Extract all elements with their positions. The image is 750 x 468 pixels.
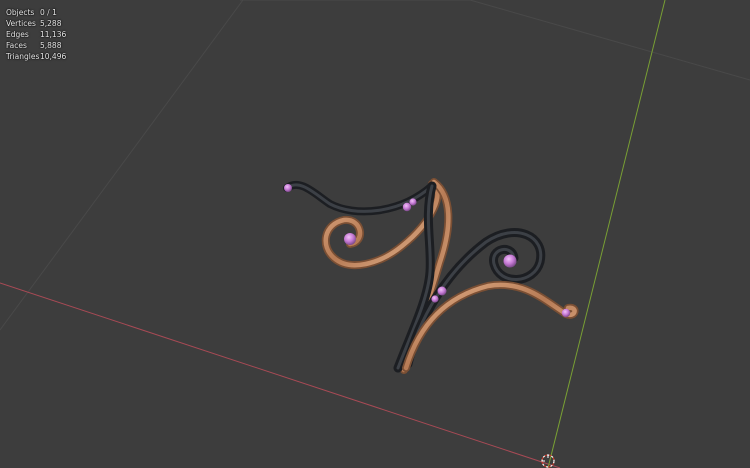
gem-right-tip	[561, 308, 571, 318]
stat-label: Triangles	[6, 52, 40, 61]
x-axis-line	[0, 282, 561, 468]
stat-faces: Faces 5,888	[6, 40, 66, 51]
gem-right-spiral	[503, 254, 517, 268]
stat-value: 11,136	[40, 30, 67, 39]
stat-label: Faces	[6, 41, 27, 50]
stat-value: 0 / 1	[40, 8, 57, 17]
gem-left-tip	[284, 184, 292, 192]
stat-value: 5,288	[40, 19, 62, 28]
gem-mid-1	[437, 286, 447, 296]
gem-top-2	[409, 198, 417, 206]
stat-triangles: Triangles 10,496	[6, 51, 66, 62]
3d-cursor-icon[interactable]	[541, 454, 555, 468]
stat-value: 5,888	[40, 41, 62, 50]
stat-edges: Edges 11,136	[6, 29, 66, 40]
stat-objects: Objects 0 / 1	[6, 7, 66, 18]
gem-mid-2	[431, 295, 439, 303]
y-axis-line	[547, 0, 666, 468]
stat-vertices: Vertices 5,288	[6, 18, 66, 29]
stat-value: 10,496	[40, 52, 67, 61]
gem-top-1	[402, 202, 412, 212]
3d-viewport[interactable]: Objects 0 / 1 Vertices 5,288 Edges 11,13…	[0, 0, 750, 468]
stat-label: Edges	[6, 30, 29, 39]
stat-label: Objects	[6, 8, 35, 17]
floor-grid	[0, 0, 750, 331]
viewport-scene[interactable]	[0, 0, 750, 468]
stat-label: Vertices	[6, 19, 36, 28]
gem-left-spiral	[344, 233, 356, 245]
scene-statistics: Objects 0 / 1 Vertices 5,288 Edges 11,13…	[6, 7, 66, 62]
ring-object[interactable]	[283, 178, 579, 374]
